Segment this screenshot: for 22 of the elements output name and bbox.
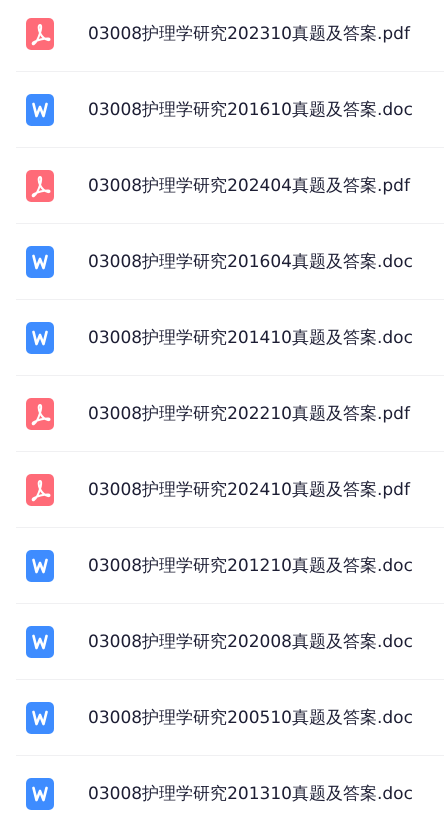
- pdf-file-icon: [26, 18, 54, 50]
- word-file-icon: [26, 94, 54, 126]
- file-name[interactable]: 03008护理学研究202310真题及答案.pdf: [88, 22, 410, 45]
- file-name[interactable]: 03008护理学研究201410真题及答案.doc: [88, 326, 413, 349]
- word-file-icon: [26, 322, 54, 354]
- file-name[interactable]: 03008护理学研究202008真题及答案.doc: [88, 630, 413, 653]
- file-name[interactable]: 03008护理学研究202410真题及答案.pdf: [88, 478, 410, 501]
- word-file-icon: [26, 702, 54, 734]
- file-name[interactable]: 03008护理学研究201310真题及答案.doc: [88, 782, 413, 805]
- file-name[interactable]: 03008护理学研究201210真题及答案.doc: [88, 554, 413, 577]
- pdf-file-icon: [26, 474, 54, 506]
- word-file-icon: [26, 550, 54, 582]
- file-name[interactable]: 03008护理学研究200510真题及答案.doc: [88, 706, 413, 729]
- word-file-icon: [26, 626, 54, 658]
- file-name[interactable]: 03008护理学研究201604真题及答案.doc: [88, 250, 413, 273]
- file-name[interactable]: 03008护理学研究201610真题及答案.doc: [88, 98, 413, 121]
- word-file-icon: [26, 778, 54, 810]
- file-name[interactable]: 03008护理学研究202404真题及答案.pdf: [88, 174, 410, 197]
- word-file-icon: [26, 246, 54, 278]
- pdf-file-icon: [26, 170, 54, 202]
- pdf-file-icon: [26, 398, 54, 430]
- file-name[interactable]: 03008护理学研究202210真题及答案.pdf: [88, 402, 410, 425]
